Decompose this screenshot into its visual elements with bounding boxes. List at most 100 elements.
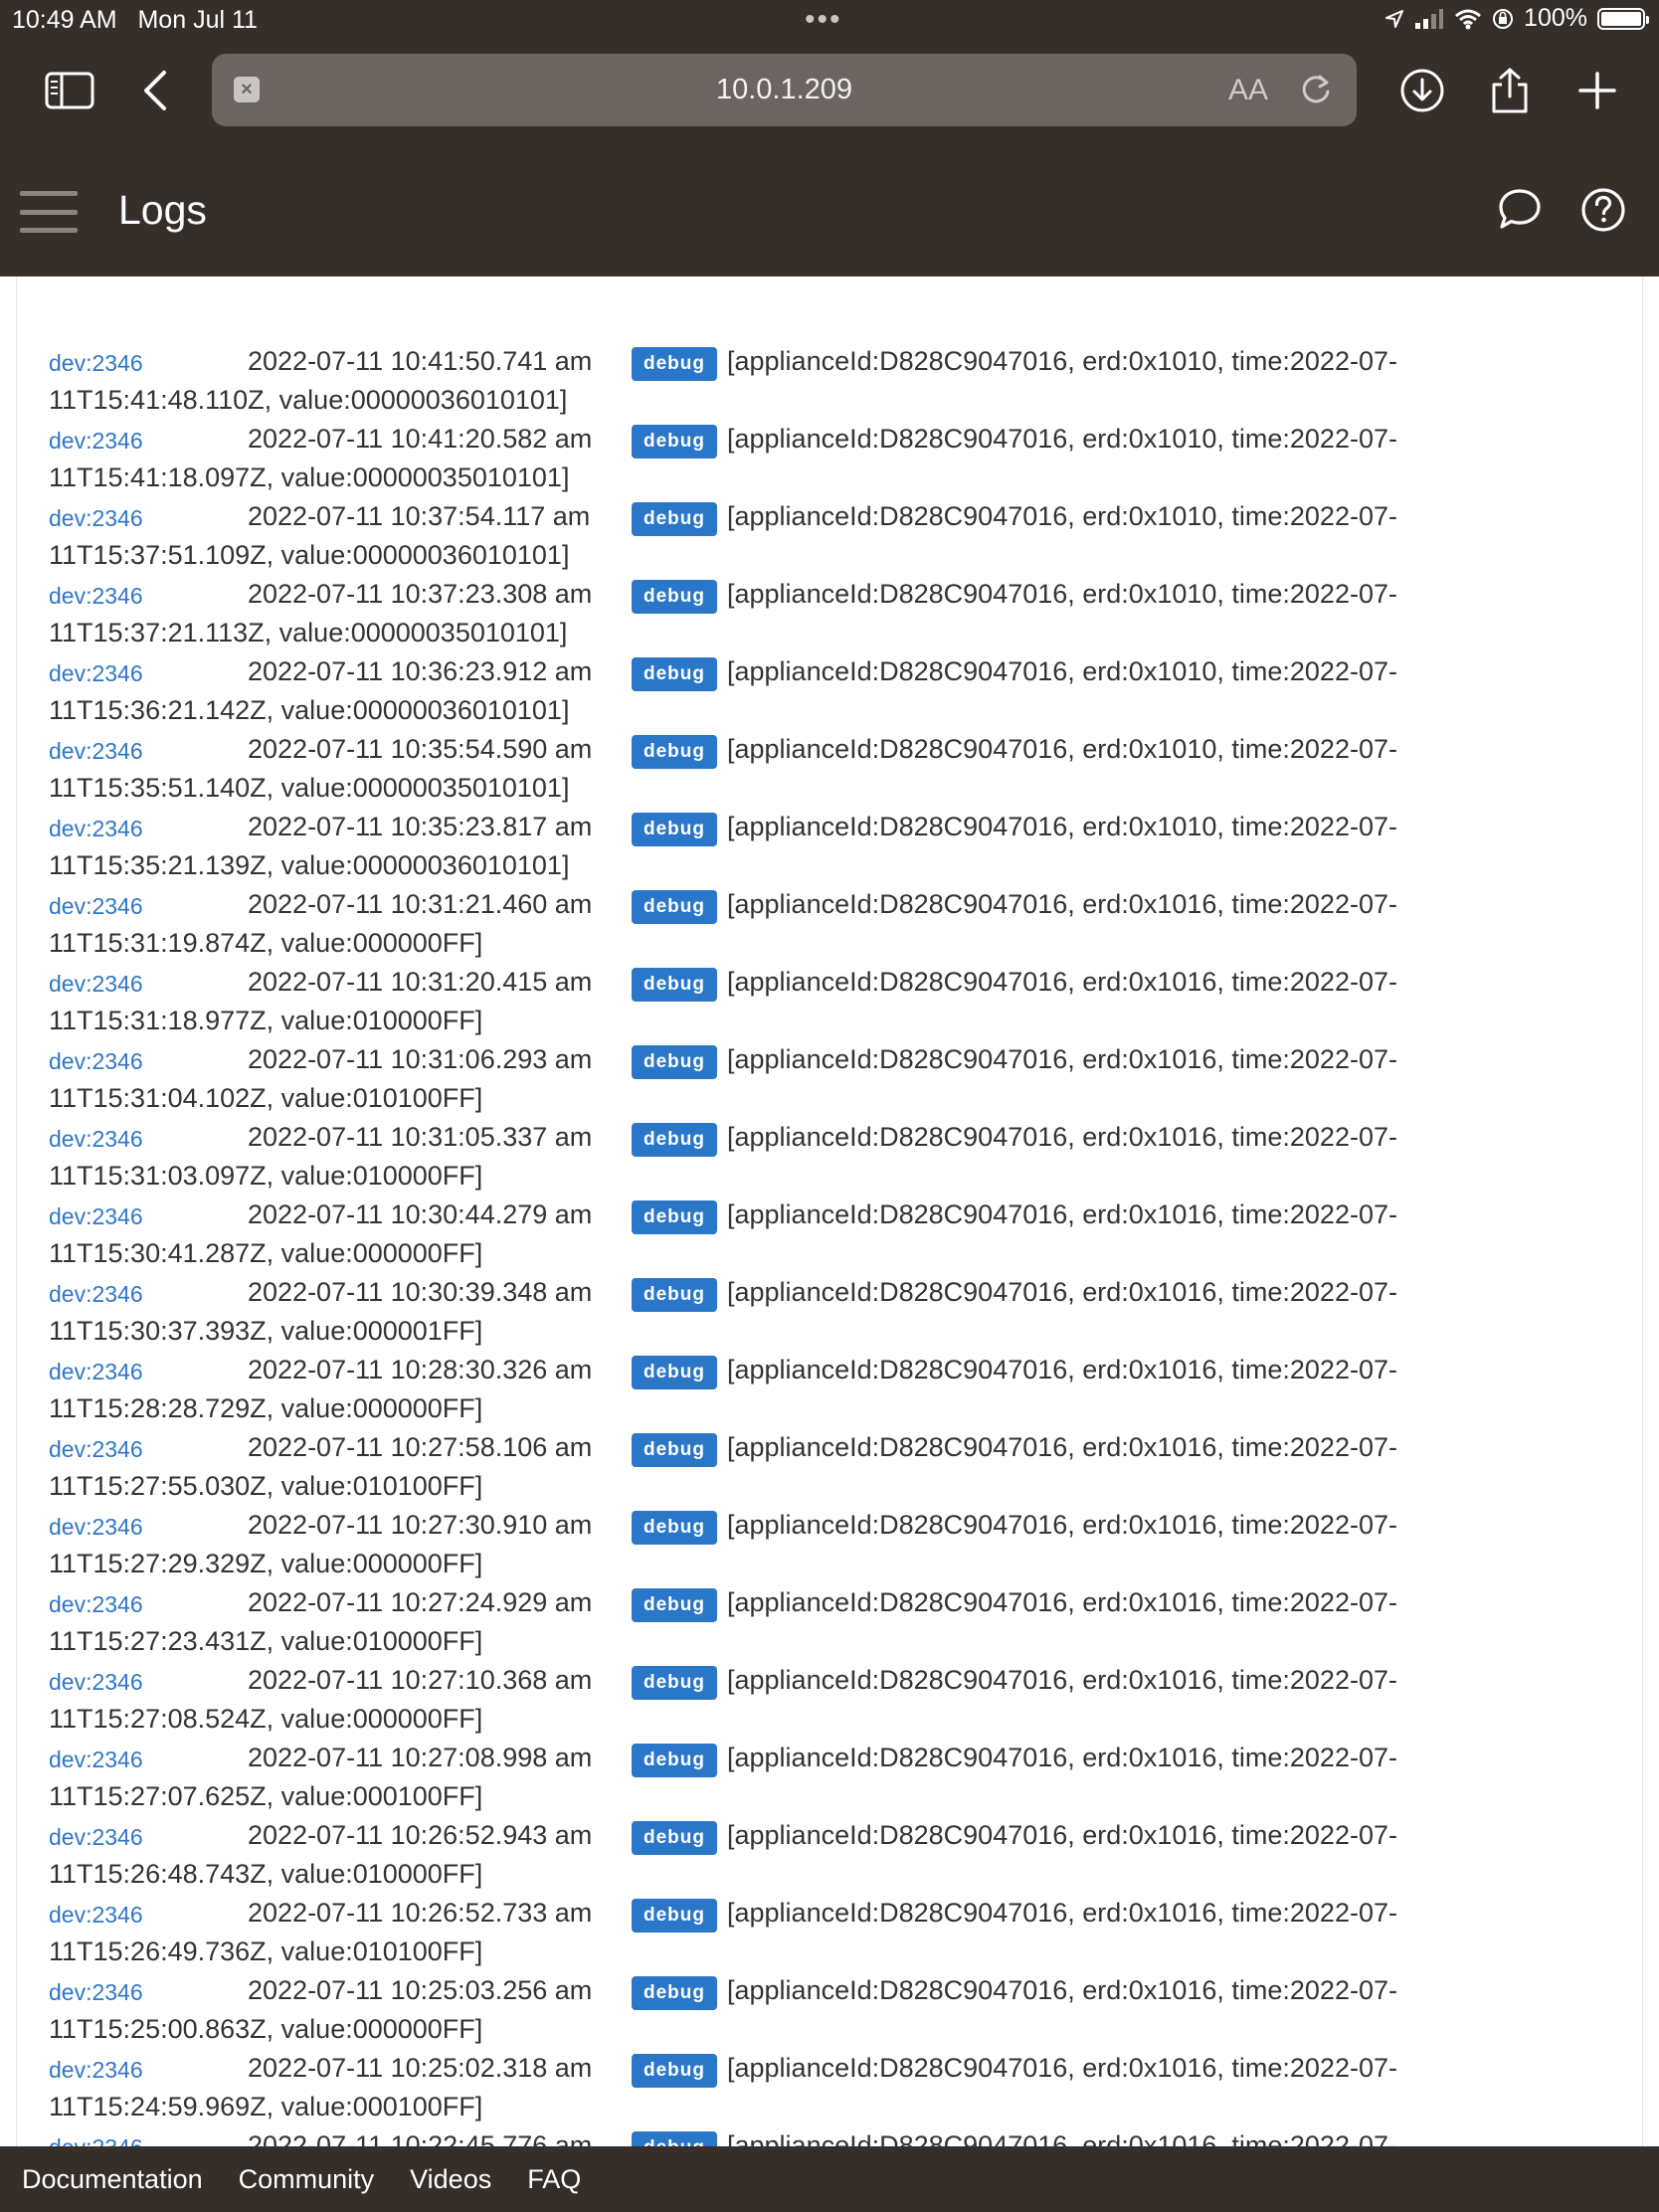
log-level-badge: debug — [632, 425, 717, 459]
device-link[interactable]: dev:2346 — [49, 1430, 143, 1469]
device-link[interactable]: dev:2346 — [49, 577, 143, 616]
device-link[interactable]: dev:2346 — [49, 965, 143, 1004]
log-entry: dev:2346 2022-07-11 10:31:06.293 am debug [… — [49, 1040, 1441, 1118]
log-message-continued: 11T15:31:04.102Z, value:010100FF] — [49, 1083, 483, 1113]
log-entry-line: dev:2346 2022-07-11 10:31:20.415 am debug [… — [49, 963, 1441, 1002]
new-tab-plus-icon[interactable] — [1569, 65, 1625, 116]
log-entry: dev:2346 2022-07-11 10:30:44.279 am debug [… — [49, 1196, 1441, 1273]
share-icon[interactable] — [1482, 65, 1538, 116]
log-entry-line: dev:2346 2022-07-11 10:22:45.776 am debug [… — [49, 2126, 1441, 2146]
battery-percent: 100% — [1524, 4, 1587, 32]
back-chevron-icon[interactable] — [127, 65, 183, 116]
cellular-signal-icon — [1415, 8, 1444, 29]
log-level-badge: debug — [632, 1821, 717, 1855]
log-timestamp: 2022-07-11 10:35:23.817 am — [248, 812, 593, 841]
device-link[interactable]: dev:2346 — [49, 344, 143, 383]
log-level-badge: debug — [632, 1511, 717, 1545]
multitasking-dots-icon[interactable]: ••• — [805, 5, 842, 35]
log-message: [applianceId:D828C9047016, erd:0x1010, t… — [727, 501, 1397, 531]
log-message-continued: 11T15:26:49.736Z, value:010100FF] — [49, 1936, 483, 1966]
help-icon[interactable] — [1578, 185, 1628, 235]
log-message: [applianceId:D828C9047016, erd:0x1016, t… — [727, 1820, 1397, 1850]
log-timestamp: 2022-07-11 10:31:05.337 am — [248, 1122, 593, 1152]
log-level-badge: debug — [632, 1899, 717, 1933]
log-entry-line: dev:2346 2022-07-11 10:28:30.326 am debug [… — [49, 1351, 1441, 1389]
device-link[interactable]: dev:2346 — [49, 2128, 143, 2146]
device-link[interactable]: dev:2346 — [49, 1973, 143, 2012]
log-entry-line: dev:2346 2022-07-11 10:35:23.817 am debug [… — [49, 808, 1441, 846]
log-entry-line: dev:2346 2022-07-11 10:35:54.590 am debug [… — [49, 730, 1441, 769]
log-level-badge: debug — [632, 1588, 717, 1622]
log-level-badge: debug — [632, 657, 717, 691]
downloads-icon[interactable] — [1394, 65, 1450, 116]
log-entry: dev:2346 2022-07-11 10:31:21.460 am debug [… — [49, 885, 1441, 963]
device-link[interactable]: dev:2346 — [49, 1275, 143, 1314]
device-link[interactable]: dev:2346 — [49, 810, 143, 848]
log-message: [applianceId:D828C9047016, erd:0x1016, t… — [727, 1975, 1397, 2005]
orientation-lock-icon — [1493, 8, 1514, 29]
device-link[interactable]: dev:2346 — [49, 1818, 143, 1857]
log-entry-line: dev:2346 2022-07-11 10:27:58.106 am debug [… — [49, 1428, 1441, 1467]
device-link[interactable]: dev:2346 — [49, 422, 143, 461]
device-link[interactable]: dev:2346 — [49, 1508, 143, 1547]
log-message-continued: 11T15:37:21.113Z, value:00000035010101] — [49, 618, 568, 647]
footer-link-faq[interactable]: FAQ — [527, 2164, 581, 2195]
device-link[interactable]: dev:2346 — [49, 1042, 143, 1081]
log-entry: dev:2346 2022-07-11 10:26:52.733 am debug [… — [49, 1894, 1441, 1971]
log-message-continued: 11T15:37:51.109Z, value:00000036010101] — [49, 540, 570, 570]
log-message: [applianceId:D828C9047016, erd:0x1010, t… — [727, 346, 1397, 376]
device-link[interactable]: dev:2346 — [49, 1585, 143, 1624]
date: Mon Jul 11 — [137, 6, 258, 34]
log-message-continued: 11T15:27:08.524Z, value:000000FF] — [49, 1704, 483, 1734]
log-entry-line: dev:2346 2022-07-11 10:26:52.733 am debug [… — [49, 1894, 1441, 1933]
footer-link-community[interactable]: Community — [239, 2164, 375, 2195]
device-link[interactable]: dev:2346 — [49, 1120, 143, 1159]
log-entry: dev:2346 2022-07-11 10:27:58.106 am debug [… — [49, 1428, 1441, 1506]
device-link[interactable]: dev:2346 — [49, 887, 143, 926]
hamburger-menu-icon[interactable] — [20, 191, 78, 233]
log-message-continued: 11T15:41:48.110Z, value:00000036010101] — [49, 385, 568, 415]
footer-link-videos[interactable]: Videos — [410, 2164, 491, 2195]
reader-settings-button[interactable]: AA — [1228, 74, 1268, 107]
device-link[interactable]: dev:2346 — [49, 654, 143, 693]
battery-fill — [1601, 11, 1641, 26]
log-message-continued: 11T15:31:03.097Z, value:010000FF] — [49, 1161, 483, 1191]
footer-bar: Documentation Community Videos FAQ — [0, 2146, 1659, 2212]
log-level-badge: debug — [632, 1278, 717, 1312]
browser-chrome: 10:49 AM Mon Jul 11 ••• 100% × 10.0.1.20… — [0, 0, 1659, 143]
device-link[interactable]: dev:2346 — [49, 1198, 143, 1236]
log-entry: dev:2346 2022-07-11 10:37:23.308 am debug [… — [49, 575, 1441, 652]
app-header: Logs — [0, 143, 1659, 276]
url-text[interactable]: 10.0.1.209 — [212, 74, 1357, 106]
log-level-badge: debug — [632, 813, 717, 846]
log-timestamp: 2022-07-11 10:31:20.415 am — [248, 967, 593, 997]
chat-bubble-icon[interactable] — [1495, 185, 1545, 235]
footer-link-documentation[interactable]: Documentation — [22, 2164, 203, 2195]
device-link[interactable]: dev:2346 — [49, 2051, 143, 2090]
device-link[interactable]: dev:2346 — [49, 1741, 143, 1779]
log-timestamp: 2022-07-11 10:37:23.308 am — [248, 579, 593, 609]
log-timestamp: 2022-07-11 10:41:50.741 am — [248, 346, 593, 376]
reload-icon[interactable] — [1298, 72, 1334, 107]
log-message: [applianceId:D828C9047016, erd:0x1016, t… — [727, 2053, 1397, 2083]
log-entry: dev:2346 2022-07-11 10:35:23.817 am debug [… — [49, 808, 1441, 885]
log-message: [applianceId:D828C9047016, erd:0x1016, t… — [727, 1898, 1397, 1928]
log-entry: dev:2346 2022-07-11 10:37:54.117 am debug [… — [49, 497, 1441, 575]
log-entry: dev:2346 2022-07-11 10:26:52.943 am debug [… — [49, 1816, 1441, 1894]
device-link[interactable]: dev:2346 — [49, 1353, 143, 1391]
log-level-badge: debug — [632, 2131, 717, 2146]
log-message: [applianceId:D828C9047016, erd:0x1016, t… — [727, 1122, 1397, 1152]
address-bar[interactable]: × 10.0.1.209 AA — [212, 54, 1357, 126]
device-link[interactable]: dev:2346 — [49, 732, 143, 771]
device-link[interactable]: dev:2346 — [49, 499, 143, 538]
browser-toolbar: × 10.0.1.209 AA — [0, 50, 1659, 131]
log-timestamp: 2022-07-11 10:27:58.106 am — [248, 1432, 593, 1462]
log-entry-line: dev:2346 2022-07-11 10:31:06.293 am debug [… — [49, 1040, 1441, 1079]
log-entry: dev:2346 2022-07-11 10:27:08.998 am debug [… — [49, 1739, 1441, 1816]
device-link[interactable]: dev:2346 — [49, 1896, 143, 1935]
device-link[interactable]: dev:2346 — [49, 1663, 143, 1702]
log-level-badge: debug — [632, 1200, 717, 1234]
log-message-continued: 11T15:24:59.969Z, value:000100FF] — [49, 2092, 483, 2121]
log-entry: dev:2346 2022-07-11 10:25:03.256 am debug [… — [49, 1971, 1441, 2049]
sidebar-toggle-icon[interactable] — [42, 65, 97, 116]
